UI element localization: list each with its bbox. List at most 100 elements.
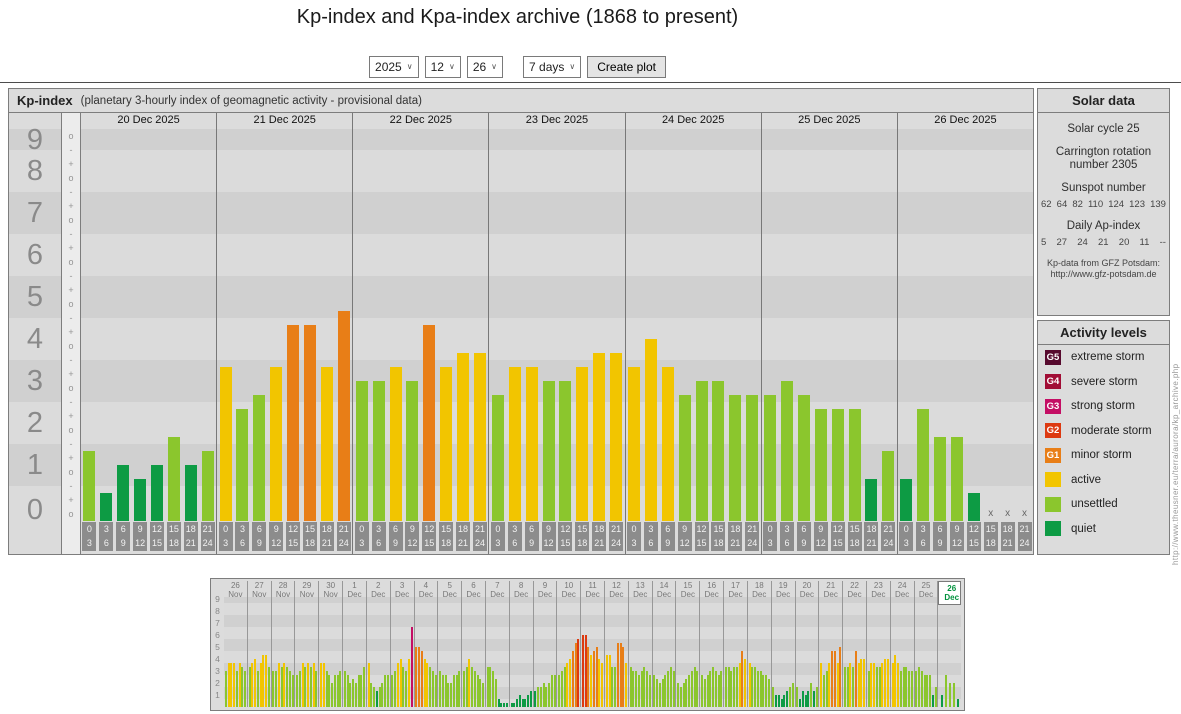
overview-bar bbox=[754, 667, 756, 707]
overview-day-header: 22 Dec bbox=[843, 581, 866, 599]
overview-bar bbox=[704, 679, 706, 707]
create-plot-button[interactable]: Create plot bbox=[587, 56, 666, 78]
overview-bar bbox=[649, 675, 651, 707]
overview-bar bbox=[921, 671, 923, 707]
overview-bar bbox=[739, 663, 741, 707]
hour-slot-label: 6 9 bbox=[661, 522, 675, 551]
overview-day-plot bbox=[295, 599, 318, 707]
kp-day-plot bbox=[762, 129, 897, 521]
overview-bar bbox=[929, 675, 931, 707]
hour-slot-label: 6 9 bbox=[116, 522, 130, 551]
kp-day-plot bbox=[217, 129, 352, 521]
overview-bar bbox=[617, 643, 619, 707]
overview-bar bbox=[458, 671, 460, 707]
overview-bar bbox=[646, 671, 648, 707]
overview-bar bbox=[492, 671, 494, 707]
kp-axis-sublabel: o bbox=[62, 424, 80, 436]
kp-bar bbox=[576, 367, 588, 521]
overview-day-column: 30 Nov bbox=[318, 581, 342, 707]
overview-day-plot bbox=[796, 599, 819, 707]
overview-bar bbox=[411, 627, 413, 707]
overview-bar bbox=[680, 687, 682, 707]
overview-bar bbox=[310, 667, 312, 707]
storm-level-badge: G5 bbox=[1045, 350, 1061, 365]
kp-bar bbox=[543, 381, 555, 521]
month-select[interactable]: 12 ∨ bbox=[425, 56, 461, 78]
overview-bar bbox=[839, 647, 841, 707]
chevron-down-icon: ∨ bbox=[449, 63, 455, 71]
overview-bar bbox=[373, 687, 375, 707]
overview-bar bbox=[260, 663, 262, 707]
kp-bar bbox=[492, 395, 504, 521]
overview-bar bbox=[741, 651, 743, 707]
kp-bar bbox=[882, 451, 894, 521]
kp-bar bbox=[917, 409, 929, 521]
hour-slot-label: 18 21 bbox=[1001, 522, 1015, 551]
header-divider bbox=[0, 82, 1181, 83]
overview-bar bbox=[537, 687, 539, 707]
hour-slot-label: 9 12 bbox=[814, 522, 828, 551]
overview-day-column: 8 Dec bbox=[509, 581, 533, 707]
solar-value: 82 bbox=[1072, 199, 1083, 210]
overview-axis-number: 1 bbox=[211, 691, 224, 700]
solar-value: 24 bbox=[1077, 237, 1088, 248]
overview-bar bbox=[720, 671, 722, 707]
kp-hour-labels: 0 33 66 99 1212 1515 1818 2121 24 bbox=[81, 521, 216, 554]
overview-bar bbox=[236, 671, 238, 707]
kp-y-axis-numbers: 0123456789 bbox=[9, 113, 61, 554]
hour-slot-label: 9 12 bbox=[678, 522, 692, 551]
kp-day-column: 23 Dec 20250 33 66 99 1212 1515 1818 212… bbox=[488, 113, 624, 554]
kp-axis-sublabel: - bbox=[62, 270, 80, 282]
overview-bar bbox=[849, 663, 851, 707]
solar-value: 20 bbox=[1119, 237, 1130, 248]
sunspot-label: Sunspot number bbox=[1041, 182, 1166, 195]
overview-bar bbox=[632, 671, 634, 707]
hour-slot-label: 15 18 bbox=[575, 522, 589, 551]
kp-y-axis-sublabels: o+-o+-o+-o+-o+-o+-o+-o+-o+-o bbox=[61, 113, 81, 554]
kp-bar bbox=[117, 465, 129, 521]
kp-bar bbox=[934, 437, 946, 521]
overview-bar bbox=[363, 667, 365, 707]
overview-bar bbox=[762, 675, 764, 707]
overview-bar bbox=[826, 671, 828, 707]
overview-bar bbox=[244, 671, 246, 707]
overview-bar bbox=[471, 667, 473, 707]
hour-slot-label: 12 15 bbox=[695, 522, 709, 551]
overview-bar bbox=[900, 671, 902, 707]
overview-day-plot bbox=[367, 599, 390, 707]
overview-bar bbox=[445, 675, 447, 707]
overview-bar bbox=[799, 699, 801, 707]
overview-bar bbox=[736, 667, 738, 707]
overview-bar bbox=[387, 675, 389, 707]
overview-bar bbox=[251, 663, 253, 707]
kp-axis-number: 6 bbox=[9, 240, 61, 270]
day-select[interactable]: 26 ∨ bbox=[467, 56, 503, 78]
overview-bar bbox=[575, 643, 577, 707]
year-select[interactable]: 2025 ∨ bbox=[369, 56, 419, 78]
overview-bar bbox=[479, 679, 481, 707]
overview-bar bbox=[397, 663, 399, 707]
range-select-value: 7 days bbox=[529, 60, 564, 74]
kp-axis-number: 0 bbox=[9, 495, 61, 525]
range-select[interactable]: 7 days ∨ bbox=[523, 56, 581, 78]
overview-day-plot bbox=[676, 599, 699, 707]
kp-bar bbox=[185, 465, 197, 521]
overview-bar bbox=[653, 675, 655, 707]
overview-bar bbox=[598, 659, 600, 707]
overview-day-plot bbox=[534, 599, 557, 707]
overview-bar bbox=[328, 675, 330, 707]
overview-bar bbox=[355, 683, 357, 707]
hour-slot-label: 15 18 bbox=[984, 522, 998, 551]
activity-level-row: G1minor storm bbox=[1038, 443, 1169, 468]
activity-levels-panel: Activity levels G5extreme stormG4severe … bbox=[1037, 320, 1170, 555]
overview-bar bbox=[957, 699, 959, 707]
kp-bar bbox=[304, 325, 316, 521]
hour-slot-label: 12 15 bbox=[558, 522, 572, 551]
overview-bar bbox=[289, 671, 291, 707]
solar-value: -- bbox=[1160, 237, 1166, 248]
overview-day-column: 13 Dec bbox=[628, 581, 652, 707]
overview-bar bbox=[456, 675, 458, 707]
overview-day-header: 8 Dec bbox=[510, 581, 533, 599]
kp-axis-sublabel: o bbox=[62, 130, 80, 142]
overview-bar bbox=[881, 663, 883, 707]
